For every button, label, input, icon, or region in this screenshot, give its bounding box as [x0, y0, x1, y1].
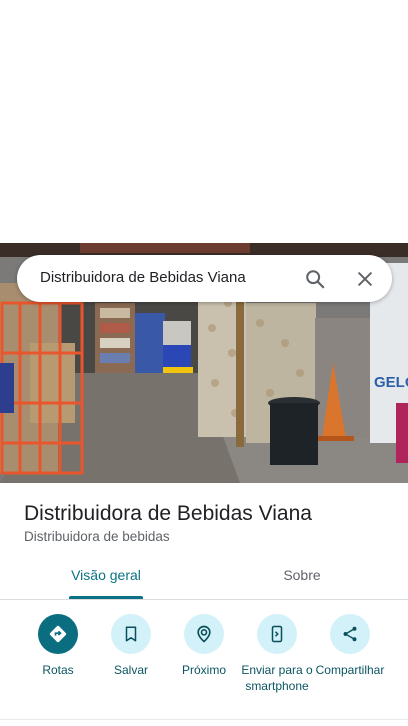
bookmark-icon[interactable] — [111, 614, 151, 654]
share-label: Compartilhar — [315, 663, 385, 677]
send-to-phone-button[interactable]: Enviar para o smartphone — [237, 614, 317, 694]
directions-icon[interactable] — [38, 614, 78, 654]
send-to-phone-icon[interactable] — [257, 614, 297, 654]
nearby-button[interactable]: Próximo — [164, 614, 244, 678]
nearby-icon[interactable] — [184, 614, 224, 654]
send-to-phone-label: Enviar para o smartphone — [241, 663, 313, 693]
directions-label: Rotas — [42, 663, 74, 677]
map-blank-area — [0, 0, 408, 243]
share-icon[interactable] — [330, 614, 370, 654]
tab-about[interactable]: Sobre — [248, 567, 356, 600]
tabs-divider — [0, 599, 408, 600]
bottom-divider — [0, 719, 408, 720]
search-icon[interactable] — [300, 264, 330, 294]
search-input[interactable]: Distribuidora de Bebidas Viana — [40, 269, 246, 286]
directions-button[interactable]: Rotas — [18, 614, 98, 678]
gelo-sign-text: GELO — [374, 374, 408, 391]
share-button[interactable]: Compartilhar — [310, 614, 390, 678]
nearby-label: Próximo — [181, 663, 226, 677]
save-label: Salvar — [113, 663, 148, 677]
place-title: Distribuidora de Bebidas Viana — [24, 502, 312, 525]
close-icon[interactable] — [350, 264, 380, 294]
place-category[interactable]: Distribuidora de bebidas — [24, 529, 170, 544]
save-button[interactable]: Salvar — [91, 614, 171, 678]
search-bar[interactable]: Distribuidora de Bebidas Viana — [17, 255, 392, 302]
